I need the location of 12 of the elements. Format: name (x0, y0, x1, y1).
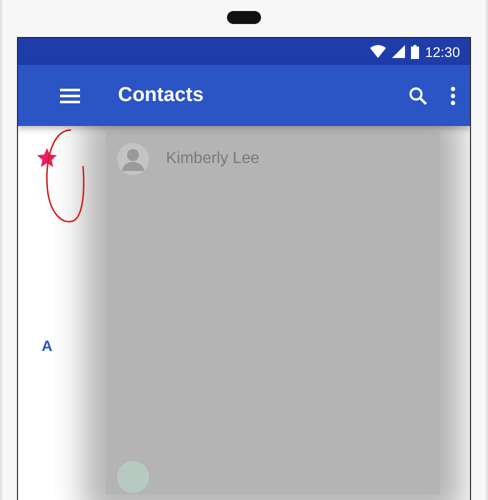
section-letter: A (42, 338, 52, 355)
search-icon[interactable] (408, 86, 428, 106)
more-icon[interactable] (450, 86, 456, 106)
wifi-icon (370, 45, 386, 58)
clock-time: 12:30 (424, 44, 460, 60)
contact-name: Kimberly Lee (166, 150, 260, 168)
menu-icon[interactable] (60, 88, 80, 104)
speaker-slot (227, 11, 261, 24)
battery-icon (410, 44, 419, 58)
toolbar-title: Contacts (118, 84, 205, 107)
signal-icon (392, 45, 405, 58)
avatar-icon (116, 142, 150, 176)
